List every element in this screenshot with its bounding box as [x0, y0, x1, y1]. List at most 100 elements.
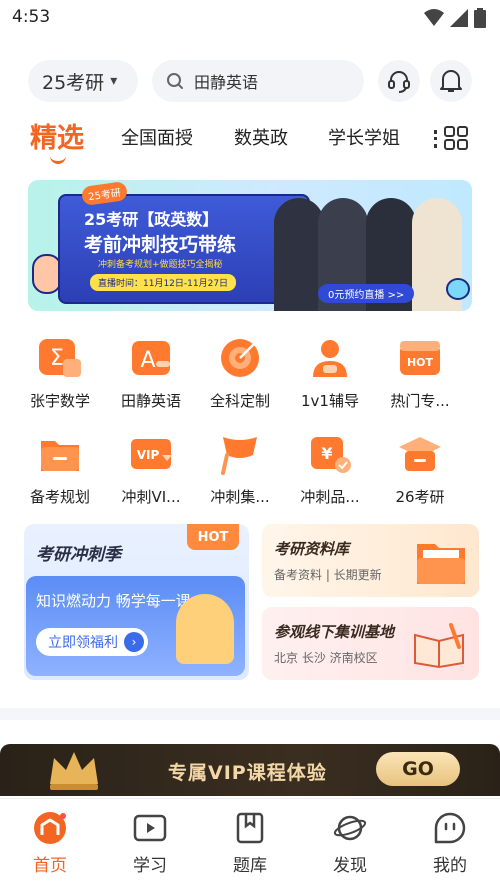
customer-service-button[interactable] — [378, 60, 420, 102]
claim-benefits-button[interactable]: 立即领福利 › — [36, 628, 148, 656]
teacher-photo — [274, 198, 324, 311]
svg-text:VIP: VIP — [137, 448, 160, 462]
graduation-icon — [396, 430, 444, 478]
active-tab-indicator — [50, 156, 66, 164]
banner-reserve-button[interactable]: 0元预约直播 >> — [318, 284, 415, 303]
feature-label: 26考研 — [395, 488, 445, 506]
hot-icon: HOT — [396, 334, 444, 382]
tab-home[interactable]: 首页 — [20, 811, 80, 876]
sigma-icon: Σ — [36, 334, 84, 382]
feature-1v1-tutoring[interactable]: 1v1辅导 — [288, 334, 372, 411]
chevron-down-icon: ▾ — [110, 73, 118, 89]
tab-question-bank[interactable]: 题库 — [220, 811, 280, 876]
feature-label: 田静英语 — [120, 392, 181, 410]
feature-label: 冲刺集... — [210, 488, 270, 506]
bookmark-icon — [236, 812, 264, 844]
feature-full-custom[interactable]: 全科定制 — [198, 334, 282, 411]
promo-banner[interactable]: 25考研 25考研【政英数】 考前冲刺技巧带练 冲刺备考规划+做题技巧全揭秘 直… — [28, 180, 472, 311]
feature-study-plan[interactable]: 备考规划 — [18, 430, 102, 507]
category-tabs: 精选 全国面授 数英政 学长学姐 — [0, 112, 500, 166]
student-illustration — [176, 594, 234, 664]
profile-icon — [434, 812, 466, 844]
tab-seniors[interactable]: 学长学姐 — [328, 124, 400, 150]
tab-label: 发现 — [333, 856, 367, 876]
svg-text:HOT: HOT — [407, 356, 434, 369]
top-bar: 25考研 ▾ 田静英语 — [0, 60, 500, 104]
play-icon — [133, 814, 167, 842]
signal-icon — [450, 9, 468, 27]
bottom-tab-bar: 首页 学习 题库 发现 我的 — [0, 798, 500, 888]
yuan-bag-icon: ¥ — [306, 430, 354, 478]
banner-title-line2: 考前冲刺技巧带练 — [84, 234, 237, 256]
tab-discover[interactable]: 发现 — [320, 811, 380, 876]
tab-label: 首页 — [33, 856, 67, 876]
vip-course-banner[interactable]: 专属VIP课程体验 GO — [0, 744, 500, 796]
search-text: 田静英语 — [194, 73, 259, 92]
feature-zhangyu-math[interactable]: Σ 张宇数学 — [18, 334, 102, 411]
planet-icon — [333, 815, 367, 841]
feature-sprint-camp[interactable]: 冲刺集... — [198, 430, 282, 507]
search-icon — [166, 72, 184, 90]
mascot-illustration — [446, 278, 470, 300]
training-base-card[interactable]: 参观线下集训基地 北京 长沙 济南校区 — [262, 607, 479, 680]
letter-a-icon: A — [127, 334, 175, 382]
banner-subtitle: 冲刺备考规划+做题技巧全揭秘 — [98, 260, 223, 270]
section-divider — [0, 708, 500, 720]
tab-label: 我的 — [433, 856, 467, 876]
tab-label: 学习 — [133, 856, 167, 876]
tab-profile[interactable]: 我的 — [420, 811, 480, 876]
arrow-right-icon: › — [124, 632, 144, 652]
feature-26-exam[interactable]: 26考研 — [378, 430, 462, 507]
status-bar: 4:53 — [0, 0, 500, 36]
card-title: 参观线下集训基地 — [274, 623, 395, 641]
svg-text:Σ: Σ — [50, 346, 64, 371]
wifi-icon — [424, 9, 444, 26]
exam-sprint-season-card[interactable]: 考研冲刺季 HOT 知识燃动力 畅学每一课 立即领福利 › — [24, 524, 249, 680]
card-subtitle: 知识燃动力 畅学每一课 — [36, 592, 191, 610]
folder-icon — [36, 430, 84, 478]
feature-label: 全科定制 — [209, 392, 270, 410]
feature-hot-topics[interactable]: HOT 热门专... — [378, 334, 462, 411]
feature-label: 1v1辅导 — [301, 392, 359, 410]
tab-study[interactable]: 学习 — [120, 811, 180, 876]
tab-featured[interactable]: 精选 — [30, 116, 84, 155]
bell-icon — [440, 70, 462, 92]
hot-badge: HOT — [187, 524, 239, 550]
feature-sprint-vip[interactable]: VIP 冲刺VI... — [109, 430, 193, 507]
feature-sprint-products[interactable]: ¥ 冲刺品... — [288, 430, 372, 507]
target-icon — [216, 334, 264, 382]
feature-label: 热门专... — [390, 392, 450, 410]
banner-time: 直播时间：11月12日-11月27日 — [90, 274, 237, 291]
open-book-icon — [414, 623, 464, 669]
vip-banner-text: 专属VIP课程体验 — [168, 762, 327, 784]
tab-label: 题库 — [233, 856, 267, 876]
grid-menu-icon[interactable] — [444, 126, 468, 150]
card-panel: 知识燃动力 畅学每一课 立即领福利 › — [26, 576, 245, 676]
svg-text:¥: ¥ — [321, 444, 332, 463]
tab-national-classes[interactable]: 全国面授 — [121, 124, 193, 150]
feature-label: 备考规划 — [29, 488, 90, 506]
vip-ticket-icon: VIP — [127, 430, 175, 478]
search-input[interactable]: 田静英语 — [152, 60, 364, 102]
tab-math-english-politics[interactable]: 数英政 — [234, 124, 288, 150]
flag-icon — [216, 430, 264, 478]
study-materials-card[interactable]: 考研资料库 备考资料 | 长期更新 — [262, 524, 479, 597]
feature-tianjing-english[interactable]: A 田静英语 — [109, 334, 193, 411]
crown-icon — [50, 752, 98, 790]
headset-icon — [388, 71, 410, 93]
tutor-icon — [306, 334, 354, 382]
notifications-button[interactable] — [430, 60, 472, 102]
tab-separator — [434, 130, 437, 148]
feature-label: 冲刺VI... — [121, 488, 181, 506]
card-subtitle: 备考资料 | 长期更新 — [274, 568, 382, 582]
vip-go-button[interactable]: GO — [376, 752, 460, 786]
card-subtitle: 北京 长沙 济南校区 — [274, 651, 378, 665]
battery-icon — [474, 8, 486, 28]
banner-title-line1: 25考研【政英数】 — [84, 210, 219, 229]
home-icon — [34, 812, 66, 844]
exam-year-selector[interactable]: 25考研 ▾ — [28, 60, 138, 102]
card-title: 考研冲刺季 — [36, 545, 121, 565]
status-icons — [424, 8, 486, 28]
card-title: 考研资料库 — [274, 540, 350, 558]
feature-label: 冲刺品... — [300, 488, 360, 506]
